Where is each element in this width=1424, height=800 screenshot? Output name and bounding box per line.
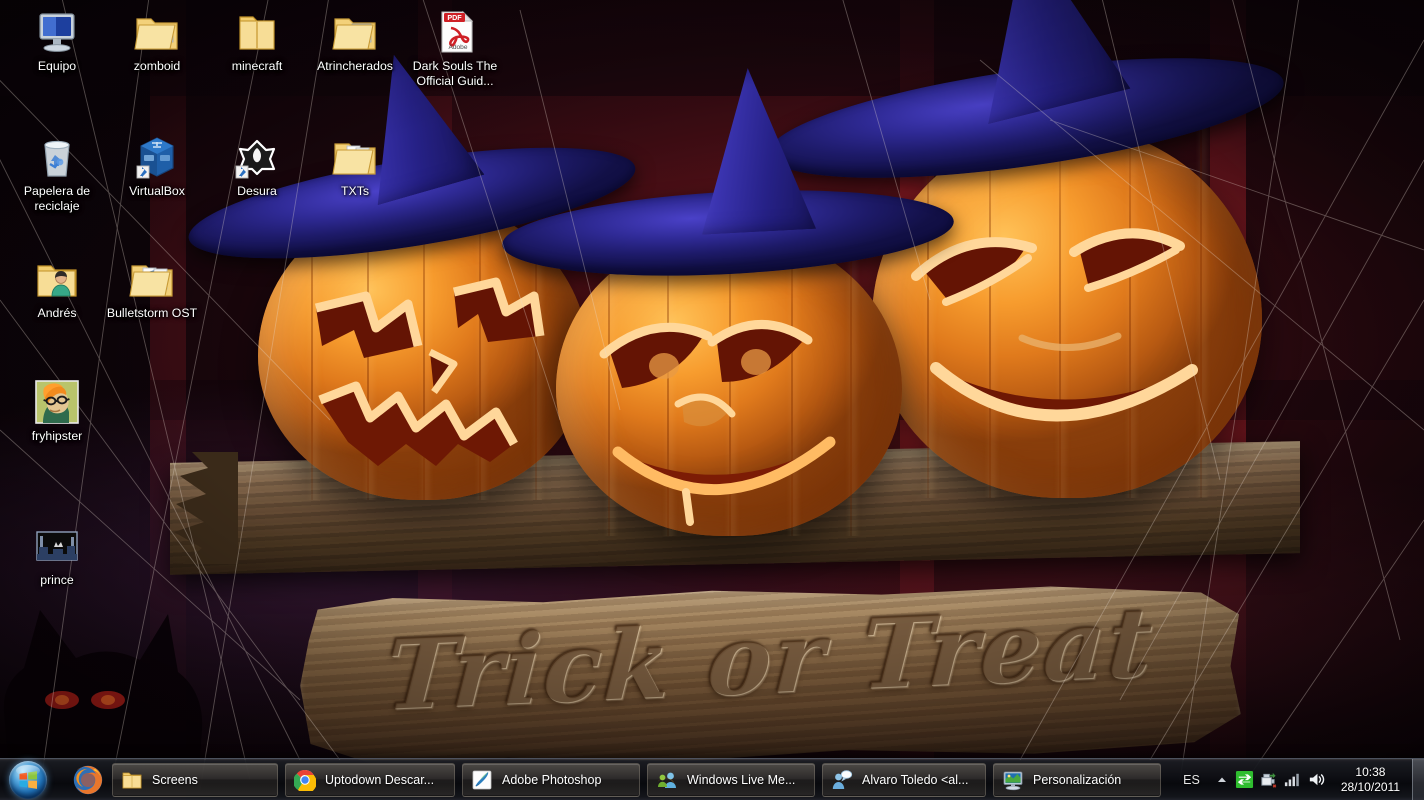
display-icon <box>1002 769 1024 791</box>
language-indicator[interactable]: ES <box>1172 773 1211 787</box>
taskbar-button-live-messenger[interactable]: Windows Live Me... <box>647 762 815 797</box>
desktop-icon-label: Desura <box>237 184 277 198</box>
desktop-icon-prince[interactable]: prince <box>10 522 104 588</box>
safely-remove-icon[interactable] <box>1257 763 1281 797</box>
taskbar-button-label: Personalización <box>1033 772 1122 787</box>
desktop-icon-desura[interactable]: Desura <box>210 133 304 199</box>
folder-user-icon <box>33 255 81 303</box>
folder-icon <box>121 769 143 791</box>
desktop-icon-bulletstorm-ost[interactable]: Bulletstorm OST <box>105 255 199 321</box>
desktop-icon-label: minecraft <box>231 59 283 73</box>
desktop-icon-label: Papelera de reciclaje <box>23 184 91 213</box>
svg-text:Adobe: Adobe <box>448 44 467 51</box>
taskbar-button-alvaro-chat[interactable]: Alvaro Toledo <al... <box>822 762 986 797</box>
desktop-icon-label: Bulletstorm OST <box>106 306 198 320</box>
desktop-icon-equipo[interactable]: Equipo <box>10 8 104 74</box>
sync-center-icon[interactable] <box>1233 763 1257 797</box>
desktop-icon-label: zomboid <box>133 59 181 73</box>
desktop-icon-label: TXTs <box>340 184 369 198</box>
svg-text:PDF: PDF <box>447 13 462 22</box>
clock-date: 28/10/2011 <box>1340 779 1400 794</box>
folder-icon <box>233 8 281 56</box>
desktop-icon-andres[interactable]: Andrés <box>10 255 104 321</box>
taskbar-button-label: Adobe Photoshop <box>502 772 602 787</box>
taskbar-button-uptodown[interactable]: Uptodown Descar... <box>285 762 455 797</box>
chrome-icon <box>293 769 317 793</box>
desktop[interactable]: Trick or Treat Equip <box>0 0 1424 800</box>
desktop-icon-label: Dark Souls The Official Guid... <box>412 59 498 88</box>
clock-time: 10:38 <box>1355 764 1386 779</box>
start-button[interactable] <box>9 760 47 799</box>
desktop-icon-label: Andrés <box>37 306 77 320</box>
desktop-icon-label: Equipo <box>37 59 77 73</box>
spider-web-threads <box>0 0 1424 791</box>
chevron-up-icon[interactable] <box>1211 763 1233 797</box>
folder-music-icon <box>128 255 176 303</box>
desktop-icon-label: Atrincherados <box>317 59 393 73</box>
desura-icon <box>233 133 281 181</box>
system-tray[interactable]: ES 10:38 28/10/2011 <box>1172 758 1424 800</box>
quicklaunch-firefox[interactable] <box>71 763 105 797</box>
desktop-icon-txts[interactable]: TXTs <box>308 133 402 199</box>
taskbar-button-personalizacion[interactable]: Personalización <box>993 762 1161 797</box>
taskbar-button-screens[interactable]: Screens <box>112 762 278 797</box>
contact-icon <box>831 769 853 791</box>
desktop-icon-label: VirtualBox <box>129 184 185 198</box>
firefox-icon <box>73 765 103 794</box>
desktop-icon-minecraft[interactable]: minecraft <box>210 8 304 74</box>
folder-open-icon <box>331 133 379 181</box>
taskbar[interactable]: Screens Uptodown Descar... Adobe Photosh… <box>0 758 1424 800</box>
virtualbox-icon <box>133 133 181 181</box>
taskbar-button-photoshop[interactable]: Adobe Photoshop <box>462 762 640 797</box>
desktop-icon-atrincherados[interactable]: Atrincherados <box>308 8 402 74</box>
folder-open-icon <box>133 8 181 56</box>
computer-icon <box>33 8 81 56</box>
clock[interactable]: 10:38 28/10/2011 <box>1329 765 1412 795</box>
taskbar-button-label: Alvaro Toledo <al... <box>862 772 969 787</box>
desktop-icon-dark-souls-guide[interactable]: PDF Adobe Dark Souls The Official Guid..… <box>408 8 502 88</box>
photoshop-icon <box>471 769 493 791</box>
show-desktop-button[interactable] <box>1412 758 1424 800</box>
taskbar-button-label: Windows Live Me... <box>687 772 796 787</box>
pdf-icon: PDF Adobe <box>431 8 479 56</box>
volume-icon[interactable] <box>1305 763 1329 797</box>
image-fry-icon <box>33 378 81 426</box>
messenger-icon <box>656 769 678 791</box>
network-signal-icon[interactable] <box>1281 763 1305 797</box>
taskbar-button-label: Uptodown Descar... <box>325 772 435 787</box>
image-prince-icon <box>33 522 81 570</box>
desktop-icon-zomboid[interactable]: zomboid <box>110 8 204 74</box>
taskbar-button-label: Screens <box>152 772 198 787</box>
desktop-icon-label: prince <box>40 573 74 587</box>
desktop-icon-fryhipster[interactable]: fryhipster <box>10 378 104 444</box>
desktop-icon-papelera[interactable]: Papelera de reciclaje <box>10 133 104 213</box>
recycle-bin-icon <box>33 133 81 181</box>
folder-open-icon <box>331 8 379 56</box>
desktop-icon-virtualbox[interactable]: VirtualBox <box>110 133 204 199</box>
desktop-icon-label: fryhipster <box>31 429 83 443</box>
